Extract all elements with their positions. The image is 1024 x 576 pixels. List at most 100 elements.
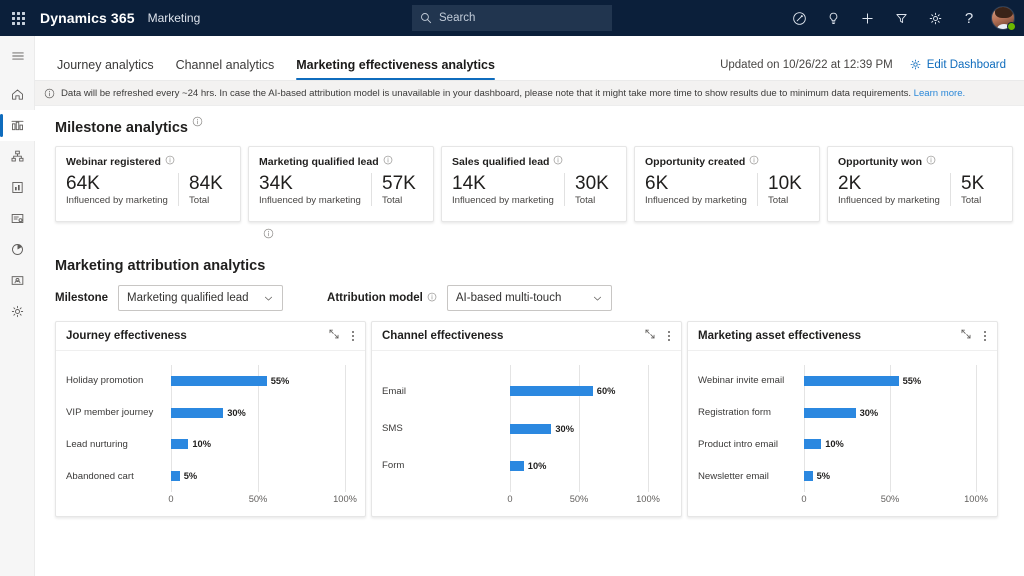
sidebar-item-segments[interactable]: [0, 265, 35, 296]
sidebar-item-journeys[interactable]: [0, 141, 35, 172]
influenced-value: 2K: [838, 173, 950, 194]
category-label: Holiday promotion: [66, 375, 171, 386]
plus-icon[interactable]: [850, 0, 884, 36]
bar[interactable]: [171, 376, 267, 386]
total-value: 84K: [189, 173, 223, 194]
more-options-icon[interactable]: [349, 329, 357, 344]
sidebar-item-insights[interactable]: [0, 234, 35, 265]
more-options-icon[interactable]: [665, 329, 673, 344]
x-tick-label: 0: [507, 494, 512, 504]
lightbulb-icon[interactable]: [816, 0, 850, 36]
bar[interactable]: [171, 408, 223, 418]
attribution-section-title: Marketing attribution analytics: [55, 258, 265, 274]
milestone-select[interactable]: Marketing qualified lead: [118, 285, 283, 311]
x-tick-label: 0: [168, 494, 173, 504]
brand-title[interactable]: Dynamics 365: [40, 10, 135, 26]
sidebar-item-home[interactable]: [0, 79, 35, 110]
total-stat: 5K Total: [950, 173, 984, 206]
influenced-label: Influenced by marketing: [645, 195, 757, 206]
chart-rows: Email 60% SMS 30% Form 10%: [382, 365, 671, 492]
chart-row: Holiday promotion 55%: [66, 370, 355, 392]
total-stat: 57K Total: [371, 173, 416, 206]
milestone-card[interactable]: Sales qualified lead 14K Influenced by m…: [441, 146, 627, 222]
chart-rows: Webinar invite email 55% Registration fo…: [698, 365, 987, 492]
hamburger-icon: [11, 49, 25, 63]
last-updated-text: Updated on 10/26/22 at 12:39 PM: [720, 59, 893, 71]
edit-dashboard-button[interactable]: Edit Dashboard: [909, 58, 1006, 71]
category-label: Newsletter email: [698, 471, 804, 482]
milestone-card-header: Sales qualified lead: [452, 155, 616, 168]
edit-dashboard-label: Edit Dashboard: [927, 59, 1006, 71]
chart-row: VIP member journey 30%: [66, 402, 355, 424]
gear-icon: [909, 58, 922, 71]
bar[interactable]: [804, 376, 899, 386]
category-label: Lead nurturing: [66, 439, 171, 450]
milestone-card-stats: 2K Influenced by marketing 5K Total: [838, 173, 1002, 206]
sidebar-item-settings[interactable]: [0, 296, 35, 327]
guide-icon[interactable]: [782, 0, 816, 36]
influenced-label: Influenced by marketing: [452, 195, 564, 206]
bar[interactable]: [804, 408, 856, 418]
milestone-title-info-icon[interactable]: [192, 114, 203, 132]
tab-journey-analytics[interactable]: Journey analytics: [57, 58, 154, 80]
milestone-card-title: Marketing qualified lead: [259, 156, 379, 168]
search-box[interactable]: [412, 5, 612, 31]
sidebar-item-hamburger-menu[interactable]: [0, 40, 35, 71]
panel-title: Channel effectiveness: [382, 330, 503, 342]
milestone-card-stats: 64K Influenced by marketing 84K Total: [66, 173, 230, 206]
milestone-card[interactable]: Marketing qualified lead 34K Influenced …: [248, 146, 434, 222]
info-icon[interactable]: [427, 292, 437, 305]
bar[interactable]: [510, 386, 593, 396]
tab-marketing-effectiveness-analytics[interactable]: Marketing effectiveness analytics: [296, 58, 495, 80]
sidebar-item-forms[interactable]: [0, 203, 35, 234]
bar[interactable]: [171, 439, 188, 449]
expand-icon[interactable]: [328, 327, 340, 345]
gear-icon[interactable]: [918, 0, 952, 36]
form-icon: [10, 211, 25, 226]
bar[interactable]: [510, 461, 524, 471]
total-stat: 30K Total: [564, 173, 609, 206]
expand-icon[interactable]: [960, 327, 972, 345]
learn-more-link[interactable]: Learn more.: [914, 88, 966, 99]
app-name[interactable]: Marketing: [148, 11, 201, 25]
more-options-icon[interactable]: [981, 329, 989, 344]
expand-icon[interactable]: [644, 327, 656, 345]
info-icon[interactable]: [749, 155, 759, 168]
pie-chart-icon: [10, 242, 25, 257]
app-launcher-button[interactable]: [0, 0, 36, 36]
info-icon[interactable]: [165, 155, 175, 168]
sidebar-item-reports[interactable]: [0, 172, 35, 203]
milestone-card-title: Sales qualified lead: [452, 156, 549, 168]
help-icon[interactable]: ?: [952, 0, 986, 36]
tab-channel-analytics[interactable]: Channel analytics: [176, 58, 275, 80]
bar[interactable]: [171, 471, 180, 481]
category-label: Abandoned cart: [66, 471, 171, 482]
filter-icon[interactable]: [884, 0, 918, 36]
search-input[interactable]: [439, 12, 604, 24]
help-glyph: ?: [965, 11, 973, 26]
info-icon[interactable]: [926, 155, 936, 168]
milestone-footer-info-icon[interactable]: [263, 226, 1024, 244]
journey-effectiveness-chart: Holiday promotion 55% VIP member journey…: [56, 351, 365, 516]
milestone-card[interactable]: Webinar registered 64K Influenced by mar…: [55, 146, 241, 222]
x-axis: 0 50% 100%: [382, 494, 671, 510]
chart-row: Newsletter email 5%: [698, 465, 987, 487]
bar[interactable]: [510, 424, 551, 434]
bar[interactable]: [804, 471, 813, 481]
dashboard-tabs: Journey analytics Channel analytics Mark…: [57, 36, 495, 80]
sidebar-item-analytics[interactable]: [0, 110, 35, 141]
x-tick-label: 100%: [964, 494, 988, 504]
search-icon: [420, 12, 432, 24]
info-banner-text: Data will be refreshed every ~24 hrs. In…: [61, 88, 965, 99]
panel-header: Channel effectiveness: [372, 322, 681, 351]
avatar[interactable]: [986, 0, 1020, 36]
milestone-card[interactable]: Opportunity won 2K Influenced by marketi…: [827, 146, 1013, 222]
category-label: Registration form: [698, 407, 804, 418]
info-icon[interactable]: [553, 155, 563, 168]
bar[interactable]: [804, 439, 821, 449]
attribution-model-select[interactable]: AI-based multi-touch: [447, 285, 612, 311]
info-icon[interactable]: [383, 155, 393, 168]
total-value: 57K: [382, 173, 416, 194]
milestone-card[interactable]: Opportunity created 6K Influenced by mar…: [634, 146, 820, 222]
influenced-stat: 34K Influenced by marketing: [259, 173, 371, 206]
